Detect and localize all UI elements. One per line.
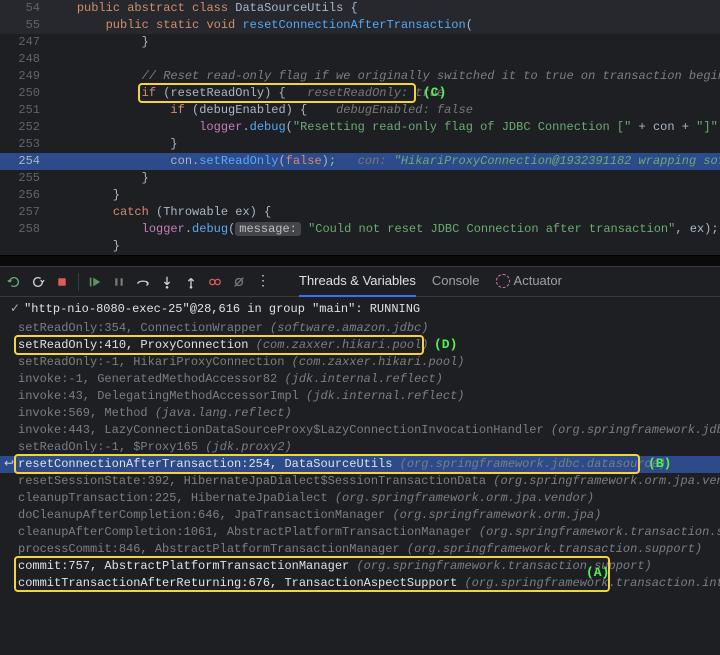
stack-frame[interactable]: invoke:-1, GeneratedMethodAccessor82 (jd… [18, 371, 720, 388]
stack-frame[interactable]: setReadOnly:354, ConnectionWrapper (soft… [18, 320, 720, 337]
code-text: public static void resetConnectionAfterT… [48, 17, 720, 34]
line-number: 248 [0, 51, 48, 68]
stack-frame[interactable]: cleanupTransaction:225, HibernateJpaDial… [18, 490, 720, 507]
line-number: 249 [0, 68, 48, 85]
stack-frame[interactable]: processCommit:846, AbstractPlatformTrans… [18, 541, 720, 558]
actuator-icon [496, 274, 510, 288]
line-number [0, 238, 48, 255]
pause-icon[interactable] [111, 274, 127, 290]
line-number: 253 [0, 136, 48, 153]
code-text [48, 51, 720, 68]
line-number: 257 [0, 204, 48, 221]
line-number: 247 [0, 34, 48, 51]
tab-actuator[interactable]: Actuator [496, 267, 562, 297]
debug-tabs: Threads & Variables Console Actuator [299, 267, 562, 297]
resume-icon[interactable] [87, 274, 103, 290]
stack-frame[interactable]: commitTransactionAfterReturning:676, Tra… [18, 575, 720, 592]
line-number: 255 [0, 170, 48, 187]
code-text: } [48, 238, 720, 255]
line-number: 54 [0, 0, 48, 17]
stack-frame[interactable]: invoke:569, Method (java.lang.reflect) [18, 405, 720, 422]
code-text: logger.debug(message: "Could not reset J… [48, 221, 720, 238]
tab-console[interactable]: Console [432, 267, 480, 297]
refresh-icon[interactable] [30, 274, 46, 290]
debug-panel: ⋮ Threads & Variables Console Actuator ✓… [0, 267, 720, 592]
code-text: } [48, 34, 720, 51]
stack-frame[interactable]: setReadOnly:410, ProxyConnection (com.za… [18, 337, 720, 354]
code-text: // Reset read-only flag if we originally… [48, 68, 720, 85]
stack-frame[interactable]: invoke:43, DelegatingMethodAccessorImpl … [18, 388, 720, 405]
code-text: catch (Throwable ex) { [48, 204, 720, 221]
line-number: 250 [0, 85, 48, 102]
view-breakpoints-icon[interactable] [207, 274, 223, 290]
stack-frame[interactable]: cleanupAfterCompletion:1061, AbstractPla… [18, 524, 720, 541]
thread-header[interactable]: ✓"http-nio-8080-exec-25"@28,616 in group… [0, 297, 720, 320]
stack-frame[interactable]: resetSessionState:392, HibernateJpaDiale… [18, 473, 720, 490]
code-text: public abstract class DataSourceUtils { [48, 0, 720, 17]
code-editor[interactable]: 54 public abstract class DataSourceUtils… [0, 0, 720, 255]
toolbar-separator [78, 273, 79, 291]
panel-divider[interactable] [0, 255, 720, 267]
more-icon[interactable]: ⋮ [255, 274, 271, 290]
stack-frame[interactable]: ↩resetConnectionAfterTransaction:254, Da… [0, 456, 720, 473]
stack-frame[interactable]: setReadOnly:-1, HikariProxyConnection (c… [18, 354, 720, 371]
stop-icon[interactable] [54, 274, 70, 290]
stack-frame[interactable]: doCleanupAfterCompletion:646, JpaTransac… [18, 507, 720, 524]
tab-threads-variables[interactable]: Threads & Variables [299, 267, 416, 297]
code-text: } [48, 187, 720, 204]
line-number: 252 [0, 119, 48, 136]
stack-frame[interactable]: invoke:443, LazyConnectionDataSourceProx… [18, 422, 720, 439]
line-number: 254 [0, 153, 48, 170]
return-icon: ↩ [4, 456, 18, 473]
rerun-icon[interactable] [6, 274, 22, 290]
code-text: if (resetReadOnly) { resetReadOnly: true [48, 85, 720, 102]
code-text: if (debugEnabled) { debugEnabled: false [48, 102, 720, 119]
line-number: 256 [0, 187, 48, 204]
annotation-label-a: (A) [586, 565, 609, 580]
step-over-icon[interactable] [135, 274, 151, 290]
step-into-icon[interactable] [159, 274, 175, 290]
debug-toolbar: ⋮ Threads & Variables Console Actuator [0, 267, 720, 297]
annotation-label-b: (B) [648, 456, 671, 471]
code-text: con.setReadOnly(false); con: "HikariProx… [48, 153, 720, 170]
line-number: 251 [0, 102, 48, 119]
annotation-label-c: (C) [423, 85, 446, 100]
annotation-label-d: (D) [434, 337, 457, 352]
code-text: logger.debug("Resetting read-only flag o… [48, 119, 720, 136]
code-text: } [48, 170, 720, 187]
mute-breakpoints-icon[interactable] [231, 274, 247, 290]
line-number: 258 [0, 221, 48, 238]
stack-frame[interactable]: setReadOnly:-1, $Proxy165 (jdk.proxy2) [18, 439, 720, 456]
stack-frames: setReadOnly:354, ConnectionWrapper (soft… [0, 320, 720, 592]
check-icon: ✓ [10, 301, 20, 316]
line-number: 55 [0, 17, 48, 34]
stack-frame[interactable]: commit:757, AbstractPlatformTransactionM… [18, 558, 720, 575]
step-out-icon[interactable] [183, 274, 199, 290]
code-text: } [48, 136, 720, 153]
